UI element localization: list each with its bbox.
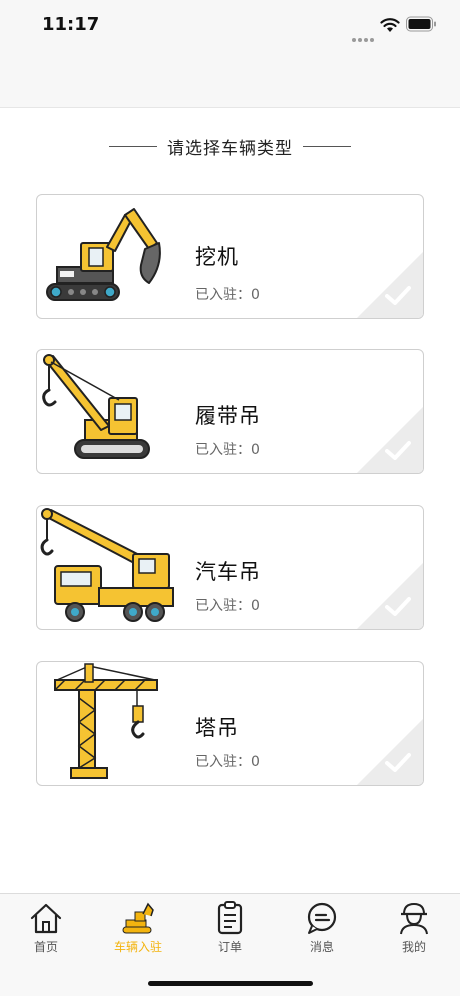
wifi-icon bbox=[380, 18, 400, 32]
excavator-tab-icon bbox=[122, 902, 154, 934]
tab-label: 订单 bbox=[217, 940, 242, 954]
truck-crane-icon bbox=[40, 508, 174, 622]
vehicle-card-crawler-crane[interactable]: 履带吊 已入驻：0 bbox=[36, 349, 424, 474]
section-title: 请选择车辆类型 bbox=[0, 132, 460, 160]
crawler-crane-icon bbox=[42, 354, 150, 459]
header-bar: 11:17 bbox=[0, 0, 460, 108]
vehicle-card-excavator[interactable]: 挖机 已入驻：0 bbox=[36, 194, 424, 319]
vehicle-card-tower-crane[interactable]: 塔吊 已入驻：0 bbox=[36, 661, 424, 786]
vehicle-card-truck-crane[interactable]: 汽车吊 已入驻：0 bbox=[36, 505, 424, 630]
tab-orders[interactable]: 订单 bbox=[184, 900, 276, 960]
clipboard-icon bbox=[217, 901, 243, 935]
vehicle-count: 已入驻：0 bbox=[195, 598, 260, 614]
check-icon bbox=[357, 719, 423, 785]
tab-vehicle-register[interactable]: 车辆入驻 bbox=[92, 900, 184, 960]
home-indicator bbox=[148, 981, 313, 986]
home-icon bbox=[30, 903, 62, 934]
title-divider-right bbox=[303, 145, 351, 147]
worker-icon bbox=[400, 902, 428, 935]
signal-icon bbox=[352, 27, 376, 42]
tab-home[interactable]: 首页 bbox=[0, 900, 92, 960]
vehicle-name: 履带吊 bbox=[195, 404, 261, 428]
status-time: 11:17 bbox=[42, 14, 100, 35]
tab-label: 我的 bbox=[401, 940, 426, 954]
tab-label: 车辆入驻 bbox=[113, 940, 162, 954]
chat-icon bbox=[307, 902, 337, 934]
tab-profile[interactable]: 我的 bbox=[368, 900, 460, 960]
check-icon bbox=[357, 252, 423, 318]
section-title-text: 请选择车辆类型 bbox=[167, 138, 293, 159]
vehicle-count: 已入驻：0 bbox=[195, 754, 260, 770]
tab-messages[interactable]: 消息 bbox=[276, 900, 368, 960]
title-divider-left bbox=[109, 145, 157, 147]
battery-icon bbox=[406, 16, 436, 32]
vehicle-count: 已入驻：0 bbox=[195, 442, 260, 458]
tab-label: 首页 bbox=[33, 940, 58, 954]
vehicle-count: 已入驻：0 bbox=[195, 287, 260, 303]
tower-crane-icon bbox=[54, 663, 158, 779]
excavator-icon bbox=[46, 208, 161, 301]
check-icon bbox=[357, 407, 423, 473]
vehicle-name: 汽车吊 bbox=[195, 560, 261, 584]
tab-label: 消息 bbox=[309, 940, 334, 954]
screen: 11:17 请选择车辆类型 挖机 已入驻：0 履带吊 已入驻：0 汽车吊 已入驻… bbox=[0, 0, 460, 996]
vehicle-name: 挖机 bbox=[195, 245, 239, 269]
vehicle-name: 塔吊 bbox=[195, 716, 239, 740]
check-icon bbox=[357, 563, 423, 629]
